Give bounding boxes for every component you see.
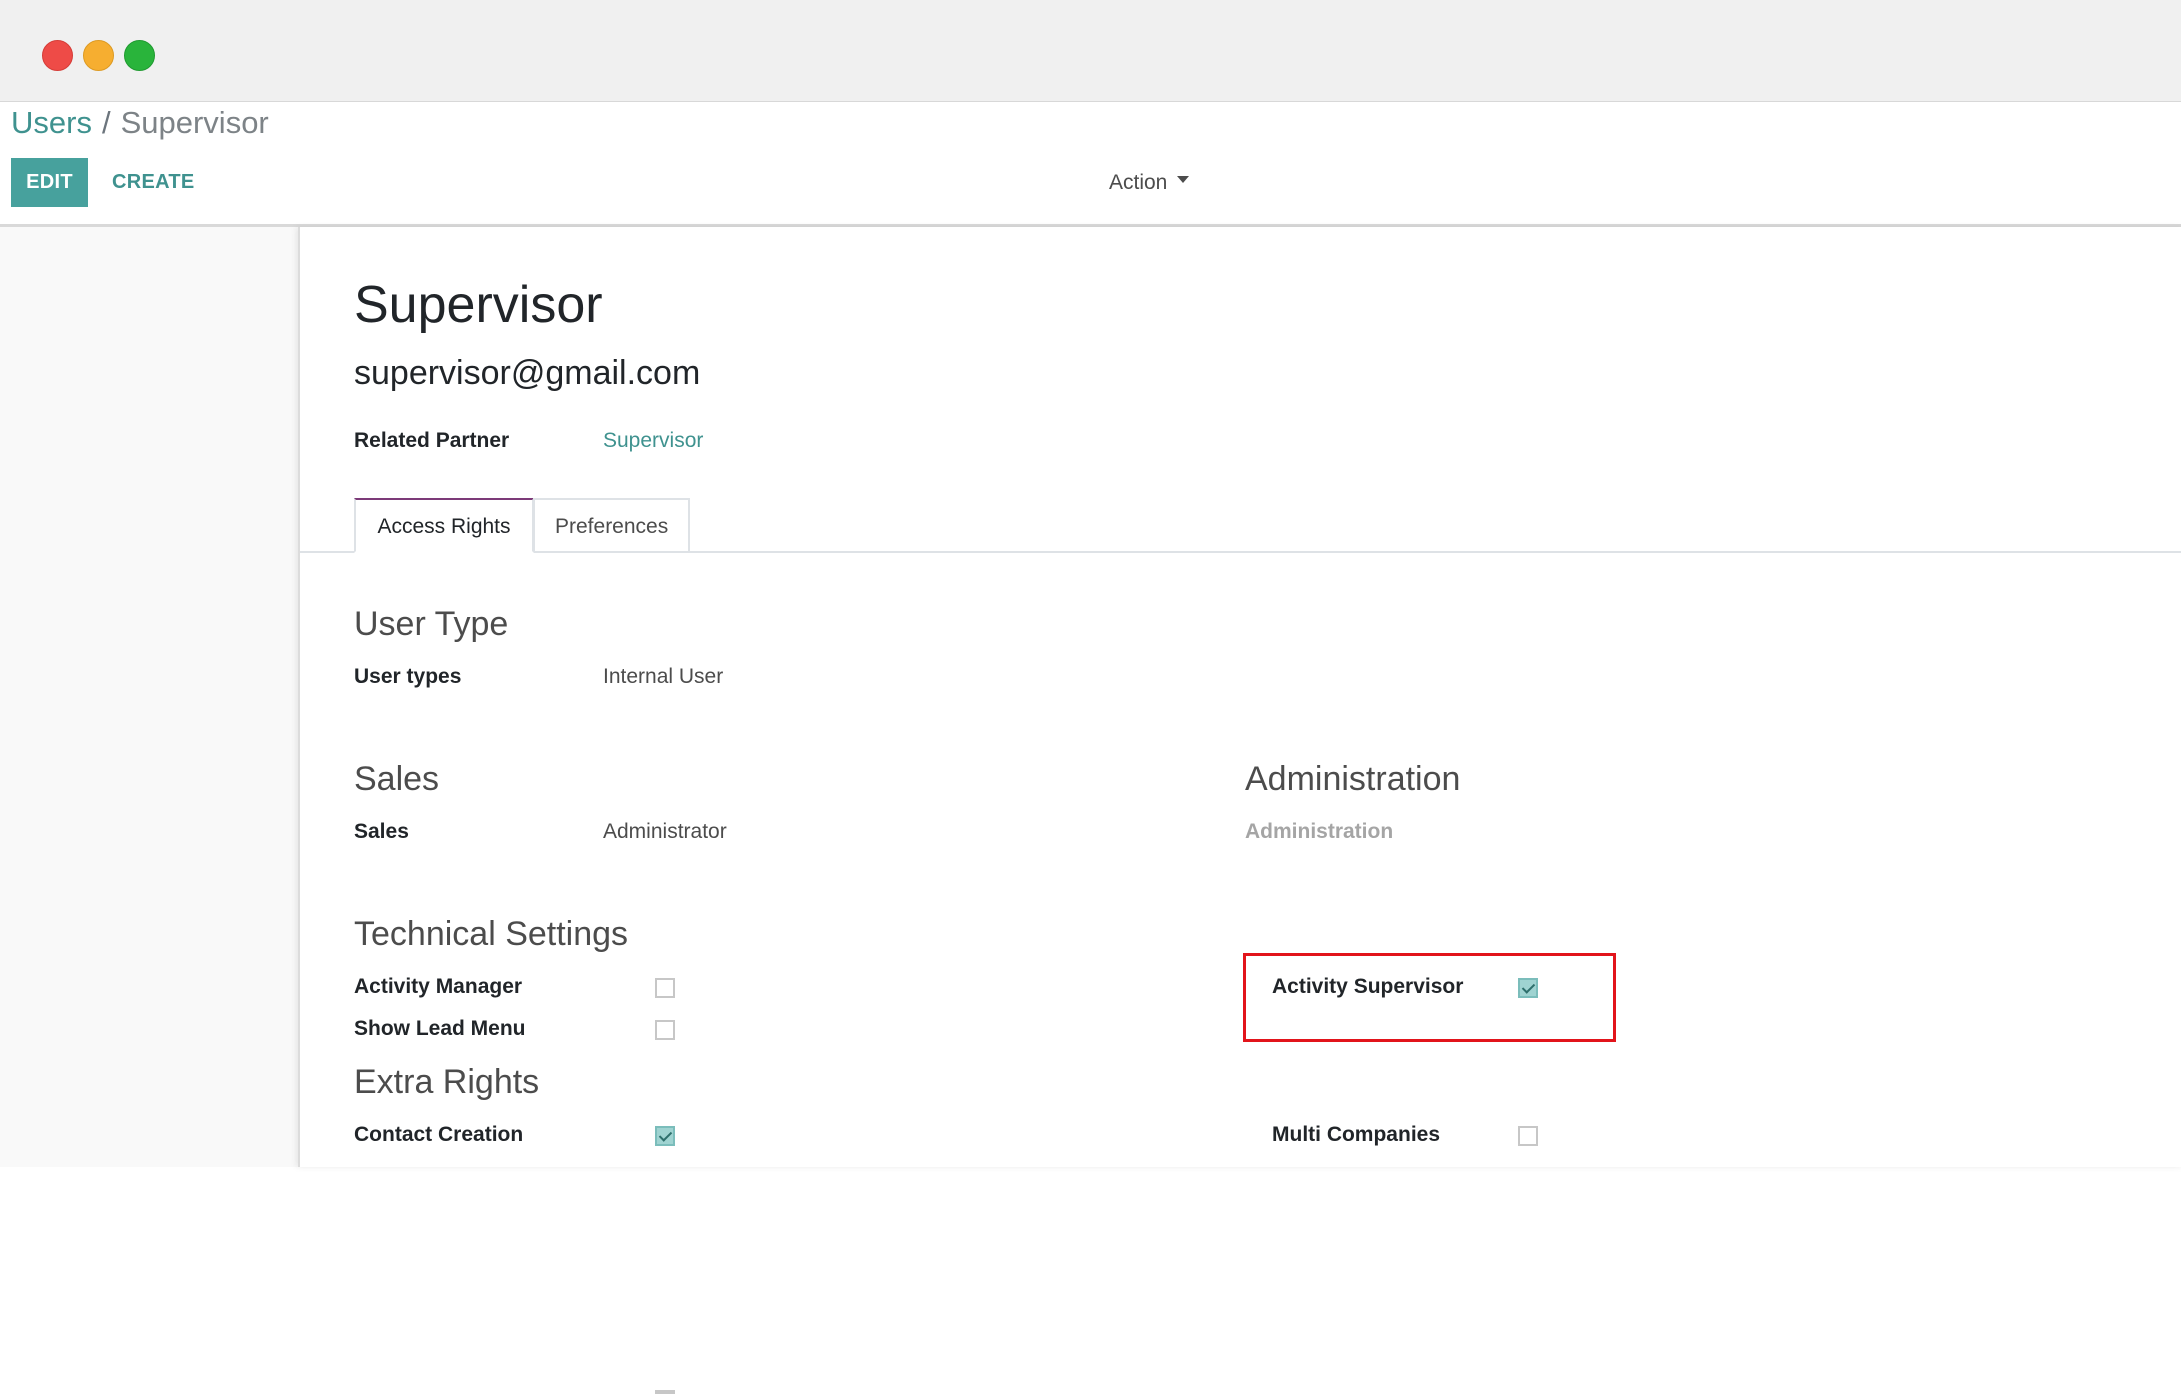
action-dropdown[interactable]: Action bbox=[1109, 158, 1190, 207]
tab-access-rights[interactable]: Access Rights bbox=[354, 498, 534, 553]
sales-label: Sales bbox=[354, 820, 409, 843]
user-types-value[interactable]: Internal User bbox=[603, 665, 723, 689]
record-title: Supervisor bbox=[354, 276, 603, 334]
window-titlebar bbox=[0, 0, 2181, 102]
related-partner-label: Related Partner bbox=[354, 429, 510, 452]
minimize-window-button[interactable] bbox=[83, 40, 114, 71]
multi-companies-checkbox[interactable] bbox=[1518, 1126, 1538, 1146]
breadcrumb-current: Supervisor bbox=[120, 105, 269, 140]
contact-creation-checkbox[interactable] bbox=[655, 1126, 675, 1146]
contact-creation-label: Contact Creation bbox=[354, 1123, 524, 1146]
caret-down-icon bbox=[1177, 175, 1190, 183]
form-sheet: Supervisor supervisor@gmail.com Related … bbox=[298, 227, 2181, 1394]
show-lead-menu-checkbox[interactable] bbox=[655, 1020, 675, 1040]
user-types-label: User types bbox=[354, 665, 462, 688]
technical-settings-heading: Technical Settings bbox=[354, 915, 629, 953]
left-margin bbox=[0, 227, 298, 1167]
create-button[interactable]: CREATE bbox=[112, 158, 195, 207]
record-email: supervisor@gmail.com bbox=[354, 354, 701, 392]
administration-label: Administration bbox=[1245, 820, 1394, 843]
highlight-box bbox=[1243, 953, 1616, 1042]
user-type-heading: User Type bbox=[354, 605, 509, 643]
breadcrumb-separator: / bbox=[101, 105, 111, 140]
activity-manager-label: Activity Manager bbox=[354, 975, 523, 998]
next-checkbox-partial[interactable] bbox=[655, 1390, 675, 1394]
sales-heading: Sales bbox=[354, 760, 440, 798]
multi-companies-label: Multi Companies bbox=[1272, 1123, 1441, 1146]
related-partner-link[interactable]: Supervisor bbox=[603, 429, 703, 453]
tab-preferences[interactable]: Preferences bbox=[533, 498, 690, 551]
edit-button[interactable]: EDIT bbox=[11, 158, 88, 207]
breadcrumb-users-link[interactable]: Users bbox=[11, 105, 92, 140]
control-panel: Users / Supervisor EDIT CREATE Action bbox=[0, 102, 2181, 227]
breadcrumb: Users / Supervisor bbox=[11, 102, 269, 144]
maximize-window-button[interactable] bbox=[124, 40, 155, 71]
action-label: Action bbox=[1109, 171, 1168, 194]
extra-rights-heading: Extra Rights bbox=[354, 1063, 540, 1101]
show-lead-menu-label: Show Lead Menu bbox=[354, 1017, 526, 1040]
close-window-button[interactable] bbox=[42, 40, 73, 71]
administration-heading: Administration bbox=[1245, 760, 1461, 798]
sales-value[interactable]: Administrator bbox=[603, 820, 727, 844]
activity-manager-checkbox[interactable] bbox=[655, 978, 675, 998]
